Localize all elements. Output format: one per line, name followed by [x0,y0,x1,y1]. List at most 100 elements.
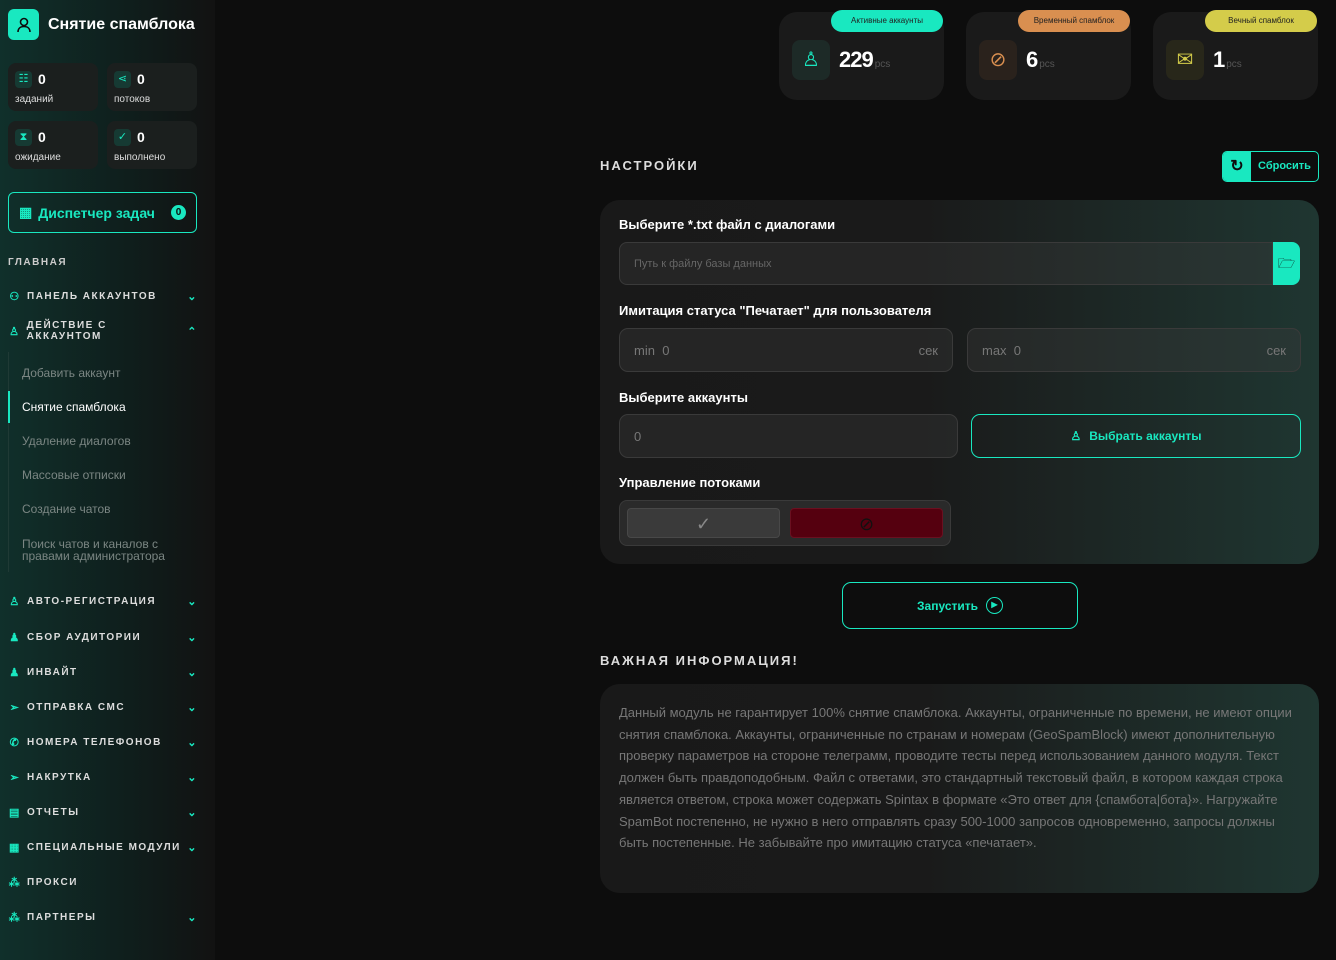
submenu-line [8,352,9,572]
nav-item-audience[interactable]: ♟ СБОР АУДИТОРИИ ⌄ [8,627,198,647]
nav-label: ПАНЕЛЬ АККАУНТОВ [27,290,157,302]
card-tag: Активные аккаунты [831,10,943,32]
list-icon: ☷ [15,71,32,88]
threads-label: Управление потоками [619,475,761,490]
settings-heading: НАСТРОЙКИ [600,158,699,173]
submenu-spamblock-removal[interactable]: Снятие спамблока [22,401,192,413]
stat-value: 0 [38,129,46,145]
max-value: 0 [1013,342,1022,358]
users-icon: ⚇ [9,290,21,303]
chevron-down-icon: ⌄ [187,736,198,749]
min-value: 0 [662,342,670,358]
card-value: 229 pcs [839,47,891,72]
nav-item-account-actions[interactable]: ♙ ДЕЙСТВИЕ С АККАУНТОМ ⌃ [8,320,198,342]
nav-item-phones[interactable]: ✆ НОМЕРА ТЕЛЕФОНОВ ⌄ [8,732,198,752]
nav-item-accounts-panel[interactable]: ⚇ ПАНЕЛЬ АККАУНТОВ ⌄ [8,286,198,306]
nav-label: НАКРУТКА [27,771,92,783]
nav-item-auto-registration[interactable]: ♙ АВТО-РЕГИСТРАЦИЯ ⌄ [8,591,198,611]
stat-label: выполнено [114,152,166,163]
alert-octagon-icon: ⊘ [979,40,1017,80]
accounts-count-input[interactable]: 0 [619,414,958,458]
chevron-down-icon: ⌄ [187,841,198,854]
stat-value: 0 [38,71,46,87]
disable-threads-button[interactable]: ⊘ [790,508,943,538]
stat-waiting: ⧗ 0 ожидание [8,121,98,169]
phone-icon: ✆ [9,736,21,749]
refresh-icon: ↻ [1223,152,1251,181]
file-path-input[interactable]: Путь к файлу базы данных [619,242,1273,285]
unit-label: сек [918,342,938,358]
settings-panel: Выберите *.txt файл с диалогами Путь к ф… [600,200,1319,564]
stat-done: ✓ 0 выполнено [107,121,197,169]
file-placeholder: Путь к файлу базы данных [634,257,772,270]
nav-item-partners[interactable]: ⁂ ПАРТНЕРЫ ⌄ [8,907,198,927]
page-title: Снятие спамблока [48,15,195,33]
nav-item-boost[interactable]: ➢ НАКРУТКА ⌄ [8,767,198,787]
typing-label: Имитация статуса "Печатает" для пользова… [619,303,932,318]
submenu-delete-dialogs[interactable]: Удаление диалогов [22,435,192,447]
task-dispatcher-button[interactable]: ▦ Диспетчер задач 0 [8,192,197,233]
accounts-value: 0 [634,428,642,444]
select-accounts-button[interactable]: ♙ Выбрать аккаунты [971,414,1301,458]
run-button[interactable]: Запустить ▶ [842,582,1078,629]
card-tag: Вечный спамблок [1205,10,1317,32]
typing-min-input[interactable]: min 0 сек [619,328,953,372]
nav-item-proxy[interactable]: ⁂ ПРОКСИ [8,872,198,892]
nav-label: ПАРТНЕРЫ [27,911,97,923]
reset-button[interactable]: ↻ Сбросить [1222,151,1319,182]
stat-label: заданий [15,94,54,105]
user-heart-icon: ♙ [792,40,830,80]
card-tag: Временный спамблок [1018,10,1130,32]
chevron-down-icon: ⌄ [187,631,198,644]
report-icon: ▤ [9,806,21,819]
nav-label: ОТЧЕТЫ [27,806,80,818]
select-accounts-label: Выбрать аккаунты [1089,429,1202,443]
card-value: 6 pcs [1026,47,1055,72]
play-circle-icon: ▶ [986,597,1003,614]
stat-threads: ⋖ 0 потоков [107,63,197,111]
folder-open-button[interactable]: 🗁 [1273,242,1300,285]
brand: Снятие спамблока [8,9,195,40]
network-icon: ⁂ [8,876,22,889]
share-icon: ⋖ [114,71,131,88]
chevron-down-icon: ⌄ [187,806,198,819]
send-plus-icon: ➢ [9,771,21,784]
submenu-add-account[interactable]: Добавить аккаунт [22,367,192,379]
user-plus-icon: ♙ [9,595,21,608]
stat-label: потоков [114,94,151,105]
user-icon: ♙ [9,325,21,338]
card-value: 1 pcs [1213,47,1242,72]
run-label: Запустить [917,598,978,613]
card-temporary-spamblock: Временный спамблок ⊘ 6 pcs [966,10,1131,100]
typing-max-input[interactable]: max 0 сек [967,328,1301,372]
card-active-accounts: Активные аккаунты ♙ 229 pcs [779,10,944,100]
chevron-down-icon: ⌄ [187,911,198,924]
dispatcher-icon: ▦ [19,204,33,220]
nav-item-reports[interactable]: ▤ ОТЧЕТЫ ⌄ [8,802,198,822]
active-indicator [8,391,10,423]
stat-value: 0 [137,71,145,87]
submenu-mass-unsubscribe[interactable]: Массовые отписки [22,469,192,481]
nav-item-invite[interactable]: ♟ ИНВАЙТ ⌄ [8,662,198,682]
info-panel: Данный модуль не гарантирует 100% снятие… [600,684,1319,893]
enable-threads-button[interactable]: ✓ [627,508,780,538]
card-permanent-spamblock: Вечный спамблок ✉ 1 pcs [1153,10,1318,100]
submenu-create-chats[interactable]: Создание чатов [22,503,192,515]
max-prefix: max [982,342,1007,358]
nav-label: ИНВАЙТ [27,666,78,678]
sidebar: Снятие спамблока ☷ 0 заданий ⋖ 0 потоков ⧗ 0 о… [0,0,215,960]
network-icon: ⁂ [8,911,22,924]
nav-label: АВТО-РЕГИСТРАЦИЯ [27,595,156,607]
dispatcher-count-badge: 0 [171,205,186,220]
user-icon [8,9,39,40]
nav-item-sms[interactable]: ➢ ОТПРАВКА СМС ⌄ [8,697,198,717]
submenu-admin-chats-search[interactable]: Поиск чатов и каналов с правами админист… [22,538,192,562]
chevron-down-icon: ⌄ [187,666,198,679]
dispatcher-label: Диспетчер задач [38,204,155,221]
threads-toggle: ✓ ⊘ [619,500,951,546]
accounts-label: Выберите аккаунты [619,390,748,405]
nav-item-special-modules[interactable]: ▦ СПЕЦИАЛЬНЫЕ МОДУЛИ ⌄ [8,837,198,857]
stat-tasks: ☷ 0 заданий [8,63,98,111]
min-prefix: min [634,342,655,358]
send-icon: ➢ [9,701,21,714]
